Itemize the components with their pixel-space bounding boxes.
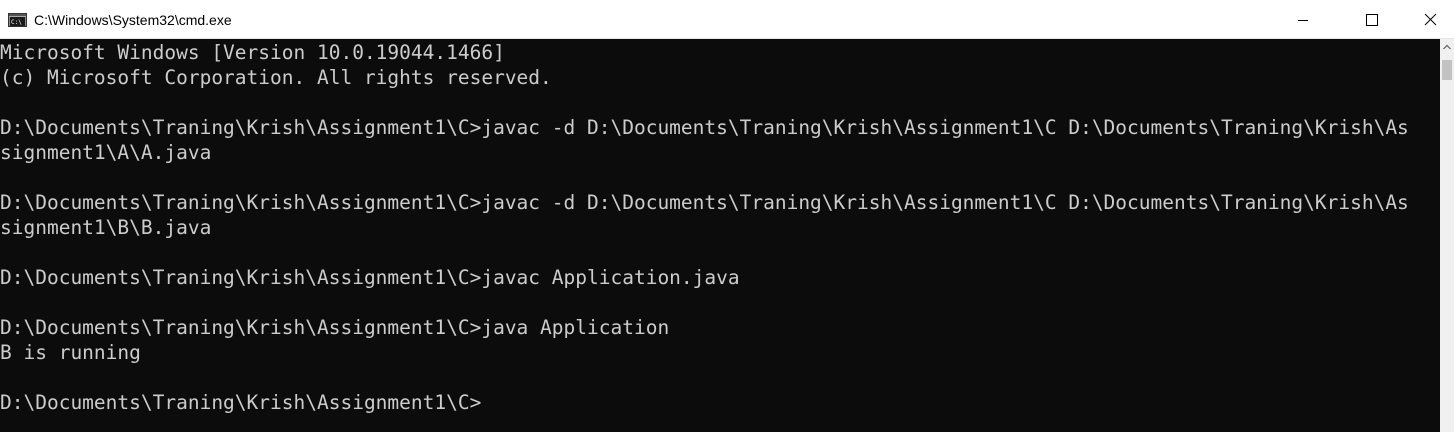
console-line: D:\Documents\Traning\Krish\Assignment1\C…: [0, 316, 670, 339]
console-line: B is running: [0, 341, 141, 364]
vertical-scrollbar[interactable]: [1440, 39, 1454, 432]
chevron-up-icon: [1443, 44, 1451, 50]
console-output[interactable]: Microsoft Windows [Version 10.0.19044.14…: [0, 39, 1440, 432]
console-line: (c) Microsoft Corporation. All rights re…: [0, 66, 552, 89]
close-icon: [1424, 13, 1437, 26]
window-title: C:\Windows\System32\cmd.exe: [34, 12, 232, 28]
scrollbar-thumb[interactable]: [1442, 60, 1452, 80]
minimize-button[interactable]: [1280, 0, 1326, 39]
console-line: D:\Documents\Traning\Krish\Assignment1\C…: [0, 191, 1409, 214]
console-line: D:\Documents\Traning\Krish\Assignment1\C…: [0, 266, 740, 289]
maximize-button[interactable]: [1349, 0, 1395, 39]
cmd-app-icon[interactable]: C:\: [8, 13, 27, 27]
maximize-icon: [1366, 14, 1378, 26]
console-line: signment1\B\B.java: [0, 216, 212, 239]
console-prompt: D:\Documents\Traning\Krish\Assignment1\C…: [0, 391, 482, 414]
title-bar[interactable]: C:\ C:\Windows\System32\cmd.exe: [0, 0, 1454, 39]
minimize-icon: [1298, 20, 1308, 21]
close-button[interactable]: [1408, 0, 1454, 39]
scroll-up-button[interactable]: [1440, 39, 1454, 56]
cmd-window: C:\ C:\Windows\System32\cmd.exe Microsof…: [0, 0, 1454, 432]
console-line: Microsoft Windows [Version 10.0.19044.14…: [0, 41, 505, 64]
svg-text:C:\: C:\: [11, 19, 22, 26]
console-line: signment1\A\A.java: [0, 141, 212, 164]
console-line: D:\Documents\Traning\Krish\Assignment1\C…: [0, 116, 1409, 139]
